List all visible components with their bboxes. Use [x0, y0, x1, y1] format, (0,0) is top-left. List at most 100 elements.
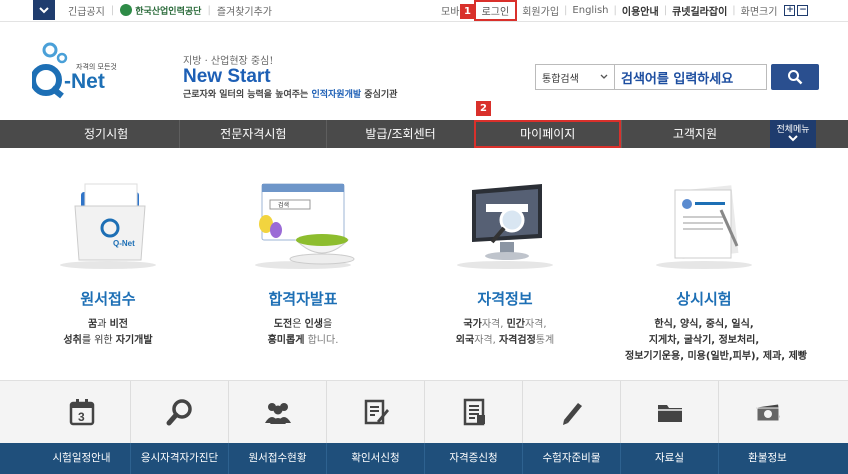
hrdkorea-emblem-icon — [120, 4, 133, 16]
chevron-down-icon — [788, 135, 798, 142]
urgent-notice-link[interactable]: 긴급공지 — [62, 3, 111, 18]
desc-bold: 흥미롭게 — [267, 335, 305, 346]
quick-label-exam-schedule[interactable]: 시험일정안내 — [33, 443, 130, 474]
slogan-line3-a: 근로자와 일터의 능력을 높여주는 — [183, 90, 312, 100]
quick-label-eligibility-check[interactable]: 응시자격자가진단 — [130, 443, 228, 474]
bookmark-link[interactable]: 즐겨찾기추가 — [211, 3, 278, 18]
search-button[interactable] — [771, 64, 819, 90]
desc-bold: 도전 — [273, 319, 293, 330]
nav-issuance-center[interactable]: 발급/조회센터 — [326, 120, 473, 148]
document-edit-icon — [364, 399, 389, 425]
quick-exam-supplies[interactable] — [522, 381, 620, 443]
desc-text: 을 — [323, 319, 333, 330]
service-results[interactable]: 검색 합격자발표 도전은 인생을 흥미롭게 합니다. — [228, 170, 378, 349]
desc-text: 자격, — [524, 319, 547, 330]
hrdkorea-logo[interactable]: 한국산업인력공단 — [114, 4, 207, 17]
desc-bold: 비전 — [109, 319, 128, 330]
desc-line: 한식, 양식, 중식, 일식, — [654, 319, 754, 330]
nav-mypage[interactable]: 마이페이지 — [473, 120, 621, 148]
all-menu-label: 전체메뉴 — [776, 125, 810, 135]
screen-size-label: 화면크기 — [740, 6, 778, 18]
search-scope-value: 통합검색 — [542, 73, 579, 85]
quick-certificate-request[interactable] — [326, 381, 424, 443]
desc-text: 과 — [97, 319, 110, 330]
nav-customer-support[interactable]: 고객지원 — [620, 120, 768, 148]
search-input[interactable]: 검색어를 입력하세요 — [615, 64, 767, 90]
quick-icons-row: 3 — [33, 381, 816, 443]
chevron-down-icon — [39, 6, 49, 13]
chevron-down-icon — [600, 74, 608, 79]
folder-illustration: Q-Net — [53, 170, 163, 270]
document-illustration — [649, 170, 759, 270]
quick-menu: 3 시험일정안내 응시자격자가진단 원서접수현황 확인서신청 자격증신청 수험자… — [0, 380, 848, 474]
usage-guide-link[interactable]: 이용안내 — [617, 3, 664, 18]
slogan-headline: New Start — [183, 66, 271, 87]
slogan-line3-c: 중심기관 — [361, 90, 398, 100]
quick-labels-bar: 시험일정안내 응시자격자가진단 원서접수현황 확인서신청 자격증신청 수험자준비… — [0, 443, 848, 474]
quick-library[interactable] — [620, 381, 718, 443]
magnifier-icon — [166, 399, 192, 426]
search-scope-select[interactable]: 통합검색 — [535, 64, 615, 90]
desc-text: 은 — [292, 319, 305, 330]
quick-eligibility-check[interactable] — [130, 381, 228, 443]
signup-link[interactable]: 회원가입 — [517, 3, 564, 18]
desc-text: 자격, — [481, 319, 507, 330]
monitor-illustration — [450, 170, 560, 270]
logo-net-text: -Net — [64, 70, 105, 93]
service-title: 원서접수 — [80, 290, 136, 308]
slogan: 지방 · 산업현장 중심! New Start 근로자와 일터의 능력을 높여주… — [183, 52, 397, 100]
step-badge-2: 2 — [476, 101, 491, 116]
desc-bold: 꿈 — [88, 319, 98, 330]
desc-bold: 민간 — [506, 319, 525, 330]
people-icon — [264, 403, 291, 424]
qnet-logo[interactable]: 자격의 모든것 -Net — [30, 42, 132, 100]
hrdkorea-logo-text: 한국산업인력공단 — [135, 6, 202, 17]
search-icon — [788, 70, 803, 85]
quick-application-status[interactable] — [228, 381, 326, 443]
desc-text: 합니다. — [304, 335, 339, 346]
desc-text: 를 위한 — [81, 335, 116, 346]
quick-exam-schedule[interactable]: 3 — [33, 381, 130, 443]
main-navigation: 정기시험 전문자격시험 발급/조회센터 마이페이지 고객지원 — [0, 120, 848, 148]
top-menu-toggle[interactable] — [33, 0, 55, 20]
service-application[interactable]: Q-Net 원서접수 꿈과 비전 성취를 위한 자기개발 — [33, 170, 183, 349]
zoom-out-button[interactable]: − — [797, 4, 809, 16]
zoom-in-button[interactable]: + — [784, 4, 796, 16]
desc-bold: 성취 — [63, 335, 82, 346]
service-description: 한식, 양식, 중식, 일식, 지게차, 굴삭기, 정보처리, 정보기기운용, … — [625, 317, 807, 365]
browser-cup-illustration: 검색 — [248, 170, 358, 270]
quick-refund-info[interactable] — [718, 381, 816, 443]
desc-bold: 외국 — [455, 335, 475, 346]
quick-label-application-status[interactable]: 원서접수현황 — [228, 443, 326, 474]
quick-label-library[interactable]: 자료실 — [620, 443, 718, 474]
quick-label-exam-supplies[interactable]: 수험자준비물 — [522, 443, 620, 474]
service-always-exam[interactable]: 상시시험 한식, 양식, 중식, 일식, 지게차, 굴삭기, 정보처리, 정보기… — [625, 170, 807, 365]
search-bar: 통합검색 검색어를 입력하세요 — [535, 64, 819, 90]
all-menu-button[interactable]: 전체메뉴 — [770, 120, 816, 148]
main-services: Q-Net 원서접수 꿈과 비전 성취를 위한 자기개발 검색 합격자발표 도전… — [33, 170, 816, 370]
desc-text: 통계 — [535, 335, 555, 346]
desc-line: 지게차, 굴삭기, 정보처리, — [648, 335, 760, 346]
pencil-icon — [562, 403, 582, 425]
money-icon — [755, 404, 780, 422]
quick-label-refund-info[interactable]: 환불정보 — [718, 443, 816, 474]
login-link[interactable]: 로그인 — [473, 0, 518, 21]
quick-label-license-request[interactable]: 자격증신청 — [424, 443, 522, 474]
english-link[interactable]: English — [567, 5, 613, 16]
quick-license-request[interactable] — [424, 381, 522, 443]
folder-icon — [657, 405, 682, 422]
document-list-icon — [463, 398, 485, 426]
slogan-line3: 근로자와 일터의 능력을 높여주는 인적자원개발 중심기관 — [183, 87, 397, 100]
folder-illustration-label: Q-Net — [113, 239, 135, 248]
slogan-line1: 지방 · 산업현장 중심! — [183, 56, 274, 67]
calendar-icon: 3 — [69, 399, 94, 426]
quick-label-certificate-request[interactable]: 확인서신청 — [326, 443, 424, 474]
nav-regular-exam[interactable]: 정기시험 — [33, 120, 179, 148]
browser-search-label: 검색 — [278, 201, 289, 209]
desc-line: 정보기기운용, 미용(일반,피부), 제과, 제빵 — [625, 351, 807, 362]
service-qualification-info[interactable]: 자격정보 국가자격, 민간자격, 외국자격, 자격검정통계 — [430, 170, 580, 349]
desc-bold: 자격검정 — [498, 335, 536, 346]
top-utility-bar: 긴급공지 | 한국산업인력공단 | 즐겨찾기추가 모바일 로그인 회원가입 | … — [0, 0, 848, 22]
qnet-guide-link[interactable]: 큐넷길라잡이 — [667, 3, 732, 18]
nav-professional-exam[interactable]: 전문자격시험 — [179, 120, 326, 148]
